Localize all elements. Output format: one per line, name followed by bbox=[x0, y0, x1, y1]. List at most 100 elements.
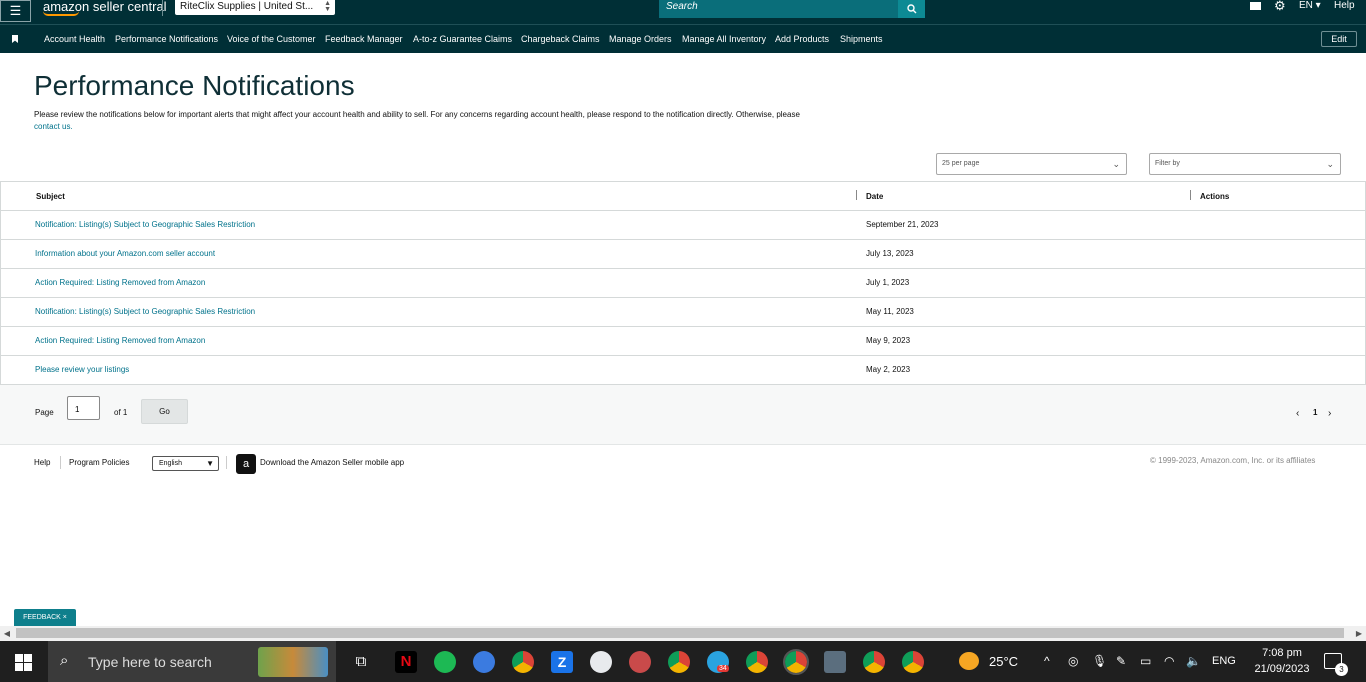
notification-subject-link[interactable]: Action Required: Listing Removed from Am… bbox=[35, 327, 205, 355]
horizontal-scrollbar[interactable]: ◀ ▶ bbox=[0, 626, 1366, 641]
bookmark-icon[interactable] bbox=[12, 35, 18, 43]
chrome-active-icon[interactable] bbox=[783, 649, 809, 675]
nav-item-shipments[interactable]: Shipments bbox=[840, 25, 883, 54]
notifications-table: Subject Date Actions Notification: Listi… bbox=[0, 181, 1366, 385]
table-row: Action Required: Listing Removed from Am… bbox=[1, 327, 1365, 356]
chrome-profile-icon[interactable] bbox=[668, 651, 690, 673]
chevron-left-icon[interactable]: ‹ bbox=[1296, 408, 1299, 419]
meet-now-icon[interactable]: ◎ bbox=[1068, 654, 1078, 668]
filter-placeholder: Filter by bbox=[1155, 160, 1180, 167]
wifi-icon[interactable]: ◠ bbox=[1164, 654, 1174, 668]
footer-language-select[interactable]: English ▼ bbox=[152, 456, 219, 471]
chevron-down-icon: ⌄ bbox=[1326, 159, 1334, 169]
clock-app-icon[interactable] bbox=[590, 651, 612, 673]
canva-icon[interactable] bbox=[473, 651, 495, 673]
column-header-date[interactable]: Date bbox=[866, 182, 883, 211]
intro-body: Please review the notifications below fo… bbox=[34, 110, 800, 119]
notification-subject-link[interactable]: Action Required: Listing Removed from Am… bbox=[35, 269, 205, 297]
speaker-icon[interactable]: 🔈 bbox=[1186, 654, 1201, 668]
nav-item-performance-notifications[interactable]: Performance Notifications bbox=[115, 25, 218, 54]
search-icon bbox=[906, 4, 916, 14]
notification-date: July 1, 2023 bbox=[866, 278, 910, 287]
page-number-input[interactable] bbox=[67, 396, 100, 420]
search-highlight-image bbox=[258, 647, 328, 677]
download-app-link[interactable]: Download the Amazon Seller mobile app bbox=[260, 458, 404, 467]
amazon-seller-central-logo[interactable]: amazon seller central bbox=[43, 0, 167, 16]
chrome-profile-icon[interactable] bbox=[863, 651, 885, 673]
clock-time: 7:08 pm bbox=[1262, 647, 1302, 659]
chevron-right-icon[interactable]: › bbox=[1328, 408, 1331, 419]
search-button[interactable] bbox=[898, 0, 925, 18]
intro-text: Please review the notifications below fo… bbox=[34, 109, 884, 133]
table-row: Information about your Amazon.com seller… bbox=[1, 240, 1365, 269]
nav-item-manage-orders[interactable]: Manage Orders bbox=[609, 25, 672, 54]
scroll-right-icon[interactable]: ▶ bbox=[1352, 626, 1366, 641]
pen-icon[interactable]: ✎ bbox=[1116, 654, 1126, 668]
battery-icon[interactable]: ▭ bbox=[1140, 654, 1151, 668]
menu-icon[interactable]: ☰ bbox=[0, 0, 31, 22]
taskbar-clock[interactable]: 7:08 pm 21/09/2023 bbox=[1248, 645, 1316, 677]
taskbar-search-box[interactable]: ⌕ Type here to search bbox=[48, 641, 336, 682]
clock-date: 21/09/2023 bbox=[1254, 663, 1310, 675]
nav-item-manage-all-inventory[interactable]: Manage All Inventory bbox=[682, 25, 766, 54]
store-selector-value: RiteClix Supplies | United St... bbox=[180, 1, 314, 12]
nav-item-feedback-manager[interactable]: Feedback Manager bbox=[325, 25, 403, 54]
task-view-icon[interactable]: ⧉ bbox=[350, 651, 372, 673]
notification-date: May 9, 2023 bbox=[866, 336, 911, 345]
notification-subject-link[interactable]: Notification: Listing(s) Subject to Geog… bbox=[35, 211, 255, 239]
paint-app-icon[interactable] bbox=[629, 651, 651, 673]
chrome-profile-icon[interactable] bbox=[902, 651, 924, 673]
column-header-subject[interactable]: Subject bbox=[36, 182, 65, 211]
updown-arrows-icon: ▲ ▼ bbox=[324, 0, 331, 13]
page-title: Performance Notifications bbox=[34, 70, 355, 101]
search-input[interactable]: Search bbox=[659, 0, 899, 18]
input-language[interactable]: ENG bbox=[1212, 655, 1236, 667]
notification-subject-link[interactable]: Notification: Listing(s) Subject to Geog… bbox=[35, 298, 255, 326]
calculator-icon[interactable] bbox=[824, 651, 846, 673]
chevron-up-icon[interactable]: ^ bbox=[1044, 654, 1050, 668]
per-page-value: 25 per page bbox=[942, 160, 980, 167]
nav-item-account-health[interactable]: Account Health bbox=[44, 25, 105, 54]
store-selector[interactable]: RiteClix Supplies | United St... ▲ ▼ bbox=[175, 0, 335, 15]
zoom-icon[interactable]: Z bbox=[551, 651, 573, 673]
footer-help-link[interactable]: Help bbox=[34, 458, 50, 467]
program-policies-link[interactable]: Program Policies bbox=[69, 458, 129, 467]
go-button[interactable]: Go bbox=[141, 399, 188, 424]
telegram-icon[interactable]: 34 bbox=[707, 651, 729, 673]
chrome-profile-icon[interactable] bbox=[746, 651, 768, 673]
scrollbar-thumb[interactable] bbox=[16, 628, 1344, 638]
nav-item-a-to-z-claims[interactable]: A-to-z Guarantee Claims bbox=[413, 25, 512, 54]
microphone-icon[interactable]: 🎙 bbox=[1092, 654, 1107, 668]
feedback-button[interactable]: FEEDBACK × bbox=[14, 609, 76, 626]
windows-taskbar: ⌕ Type here to search ⧉ N Z 34 25°C ^ ◎ … bbox=[0, 641, 1366, 682]
help-link[interactable]: Help bbox=[1334, 0, 1355, 12]
copyright-text: © 1999-2023, Amazon.com, Inc. or its aff… bbox=[1150, 456, 1316, 465]
windows-start-icon[interactable] bbox=[15, 654, 32, 671]
chrome-icon[interactable] bbox=[512, 651, 534, 673]
nav-item-voice-of-the-customer[interactable]: Voice of the Customer bbox=[227, 25, 316, 54]
notification-subject-link[interactable]: Information about your Amazon.com seller… bbox=[35, 240, 215, 268]
filter-select[interactable]: Filter by ⌄ bbox=[1149, 153, 1341, 175]
mail-icon[interactable] bbox=[1250, 2, 1261, 10]
footer-divider bbox=[226, 456, 227, 469]
contact-us-link[interactable]: contact us. bbox=[34, 122, 73, 131]
gear-icon[interactable]: ⚙ bbox=[1274, 0, 1286, 12]
current-page-number[interactable]: 1 bbox=[1313, 408, 1317, 417]
notification-count-badge: 3 bbox=[1335, 663, 1348, 676]
amazon-app-icon[interactable]: a bbox=[236, 454, 256, 474]
nav-item-add-products[interactable]: Add Products bbox=[775, 25, 829, 54]
notification-subject-link[interactable]: Please review your listings bbox=[35, 356, 129, 384]
column-divider bbox=[856, 190, 857, 200]
notification-date: September 21, 2023 bbox=[866, 220, 939, 229]
nav-item-chargeback-claims[interactable]: Chargeback Claims bbox=[521, 25, 600, 54]
scroll-left-icon[interactable]: ◀ bbox=[0, 626, 14, 641]
page-label: Page bbox=[35, 408, 54, 417]
spotify-icon[interactable] bbox=[434, 651, 456, 673]
netflix-icon[interactable]: N bbox=[395, 651, 417, 673]
top-header: ☰ amazon seller central RiteClix Supplie… bbox=[0, 0, 1366, 24]
per-page-select[interactable]: 25 per page ⌄ bbox=[936, 153, 1127, 175]
temperature[interactable]: 25°C bbox=[989, 654, 1018, 669]
edit-nav-button[interactable]: Edit bbox=[1321, 31, 1357, 47]
language-selector[interactable]: EN ▾ bbox=[1299, 0, 1321, 12]
weather-icon[interactable] bbox=[959, 652, 979, 670]
